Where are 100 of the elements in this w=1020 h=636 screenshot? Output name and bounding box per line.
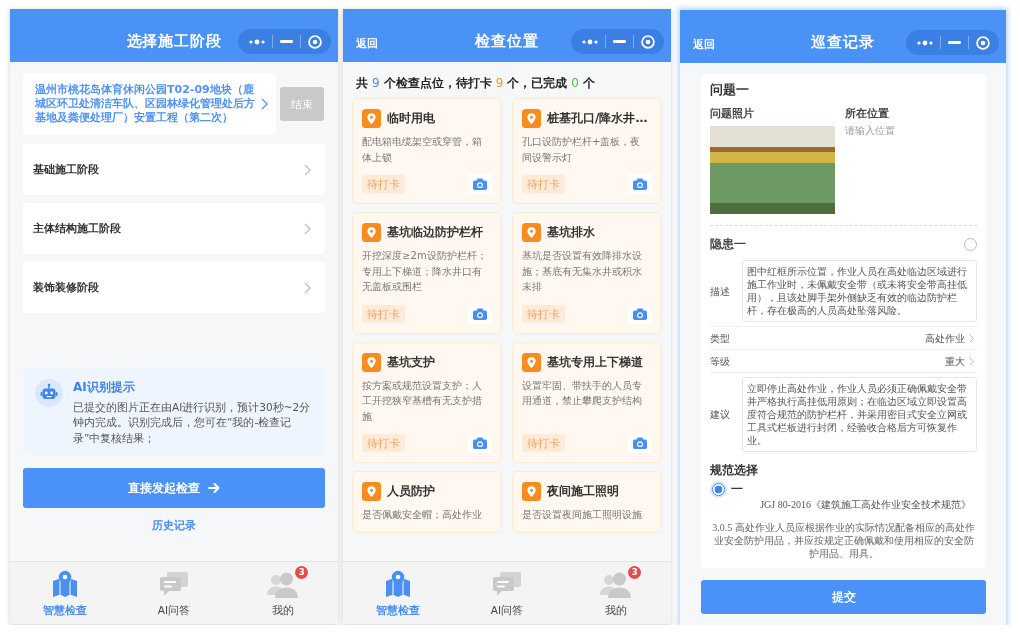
standard-radio[interactable] <box>712 482 725 496</box>
photo-label: 问题照片 <box>710 107 755 121</box>
camera-icon <box>633 307 647 320</box>
circle-dot-icon[interactable] <box>308 34 322 49</box>
point-description: 是否设置夜间施工照明设施 <box>522 508 643 522</box>
more-icon[interactable] <box>582 38 598 45</box>
arrow-right-icon <box>208 483 220 493</box>
point-description: 孔口设防护栏杆+盖板，夜间设警示灯 <box>522 135 642 165</box>
inspection-point-card[interactable]: 基坑临边防护栏杆 开挖深度≥2m设防护栏杆；专用上下梯道；降水井口有无盖板或围栏 待打卡 <box>352 212 502 334</box>
camera-button[interactable] <box>628 303 652 324</box>
hazard-radio[interactable] <box>964 237 977 251</box>
standards-title: 规范选择 <box>710 462 759 478</box>
option-label: 一 <box>731 482 743 496</box>
page-title: 巡查记录 <box>811 33 875 52</box>
camera-button[interactable] <box>468 433 492 453</box>
chat-icon <box>492 571 522 597</box>
inspection-point-card[interactable]: 基坑专用上下梯道 设置牢固、带扶手的人员专用通道，禁止攀爬支护结构 待打卡 <box>512 341 662 463</box>
tab[interactable]: AI问答 <box>119 562 229 624</box>
circle-dot-icon[interactable] <box>976 35 990 50</box>
picker-field[interactable]: 重大 <box>945 354 977 368</box>
camera-icon <box>633 437 647 449</box>
location-pin-icon <box>522 482 541 501</box>
location-pin-icon <box>362 482 381 501</box>
location-pin-icon <box>362 352 381 372</box>
robot-icon <box>35 379 63 408</box>
chevron-icon <box>304 281 311 294</box>
text-area-field[interactable]: 立即停止高处作业，作业人员必须正确佩戴安全带并严格执行高挂低用原则；在临边区域立即设置高度符合规范的防护栏杆，并采用密目式安全立网或工具式栏板进行封闭，经验收合格后方可恢复作业。 <box>742 377 977 452</box>
notification-badge: 3 <box>628 566 642 579</box>
status-tag: 待打卡 <box>522 304 565 323</box>
picker-field[interactable]: 高处作业 <box>925 331 977 345</box>
chevron-icon <box>261 98 268 110</box>
stage-item[interactable]: 基础施工阶段 <box>23 144 325 195</box>
people-icon <box>267 570 300 598</box>
page-title: 选择施工阶段 <box>126 32 222 51</box>
summary-text: 共 9 个检查点位，待打卡 9 个，已完成 0 个 <box>355 75 596 92</box>
location-pin-icon <box>362 223 381 242</box>
status-tag: 待打卡 <box>362 434 405 452</box>
chevron-icon <box>969 333 974 343</box>
more-icon[interactable] <box>917 39 933 46</box>
tab[interactable]: 3 我的 <box>228 562 338 624</box>
point-title: 基坑专用上下梯道 <box>547 353 643 371</box>
location-pin-icon <box>522 223 541 242</box>
camera-button[interactable] <box>468 303 492 324</box>
status-tag: 待打卡 <box>362 304 405 323</box>
point-title: 基坑排水 <box>547 224 595 241</box>
inspection-point-card[interactable]: 夜间施工照明 是否设置夜间施工照明设施 <box>512 471 662 533</box>
camera-button[interactable] <box>628 174 652 194</box>
map-icon <box>383 570 412 598</box>
notice-text: 已提交的图片正在由AI进行识别，预计30秒~2分钟内完成。识别完成后，您可在“我的-检查记录”中复核结果； <box>73 400 312 446</box>
notice-title: AI识别提示 <box>73 380 136 396</box>
status-tag: 待打卡 <box>522 434 565 452</box>
tab[interactable]: 3 我的 <box>561 562 671 624</box>
inspection-point-card[interactable]: 桩基孔口/降水井… 孔口设防护栏杆+盖板，夜间设警示灯 待打卡 <box>512 98 662 204</box>
camera-button[interactable] <box>468 174 492 194</box>
field-label: 建议 <box>710 408 731 421</box>
stage-item[interactable]: 装饰装修阶段 <box>23 262 325 313</box>
point-description: 配电箱电缆架空或穿管，箱体上锁 <box>362 135 483 165</box>
camera-icon <box>473 178 487 190</box>
point-description: 开挖深度≥2m设防护栏杆；专用上下梯道；降水井口有无盖板或围栏 <box>362 249 488 294</box>
standard-code: JGJ 80-2016《建筑施工高处作业安全技术规范》 <box>759 498 972 512</box>
camera-button[interactable] <box>628 433 652 453</box>
inspection-point-card[interactable]: 人员防护 是否佩戴安全帽；高处作业 <box>352 471 502 533</box>
issue-title: 问题一 <box>710 82 750 98</box>
chat-icon <box>159 571 189 597</box>
inspection-point-card[interactable]: 基坑排水 基坑是否设置有效降排水设施；基底有无集水井或积水未排 待打卡 <box>512 212 662 334</box>
point-description: 设置牢固、带扶手的人员专用通道，禁止攀爬支护结构 <box>522 378 643 408</box>
location-pin-icon <box>522 109 541 128</box>
circle-dot-icon[interactable] <box>641 34 655 49</box>
point-description: 基坑是否设置有效降排水设施；基底有无集水井或积水未排 <box>522 249 643 294</box>
inspection-point-card[interactable]: 临时用电 配电箱电缆架空或穿管，箱体上锁 待打卡 <box>352 98 502 204</box>
inspection-point-card[interactable]: 基坑支护 按方案或规范设置支护；人工开挖狭窄基槽有无支护措施 待打卡 <box>352 341 502 463</box>
status-tag: 待打卡 <box>522 175 565 193</box>
text-area-field[interactable]: 图中红框所示位置，作业人员在高处临边区域进行施工作业时，未佩戴安全带（或未将安全带高挂低用），且该处脚手架外侧缺乏有效的临边防护栏杆，存在极高的人员高处坠落风险。 <box>742 260 977 322</box>
camera-icon <box>473 437 487 449</box>
camera-icon <box>633 178 647 190</box>
point-title: 桩基孔口/降水井… <box>547 110 648 127</box>
hazard-title: 隐患一 <box>710 236 746 252</box>
point-title: 人员防护 <box>387 483 435 500</box>
more-icon[interactable] <box>249 38 265 45</box>
point-title: 基坑临边防护栏杆 <box>387 224 483 241</box>
clause-text: 3.0.5 高处作业人员应根据作业的实际情况配备相应的高处作业安全防护用品，并应按规定正确佩戴和使用相应的安全防护用品、用具。 <box>711 521 976 560</box>
location-pin-icon <box>522 352 541 372</box>
chevron-icon <box>304 163 311 176</box>
page-title: 检查位置 <box>475 32 539 51</box>
stage-item[interactable]: 主体结构施工阶段 <box>23 203 325 254</box>
field-label: 等级 <box>710 354 731 368</box>
location-pin-icon <box>362 109 381 128</box>
location-field[interactable]: 请输入位置 <box>845 124 955 138</box>
field-label: 描述 <box>710 284 731 298</box>
map-icon <box>50 570 79 598</box>
field-label: 类型 <box>710 331 731 345</box>
point-description: 是否佩戴安全帽；高处作业 <box>362 508 483 522</box>
people-icon <box>600 570 633 598</box>
chevron-icon <box>304 222 311 235</box>
point-description: 按方案或规范设置支护；人工开挖狭窄基槽有无支护措施 <box>362 378 483 424</box>
location-label: 所在位置 <box>845 107 890 121</box>
tab[interactable]: AI问答 <box>452 562 562 624</box>
point-title: 夜间施工照明 <box>547 483 619 500</box>
camera-icon <box>473 307 487 320</box>
point-title: 临时用电 <box>387 110 435 127</box>
